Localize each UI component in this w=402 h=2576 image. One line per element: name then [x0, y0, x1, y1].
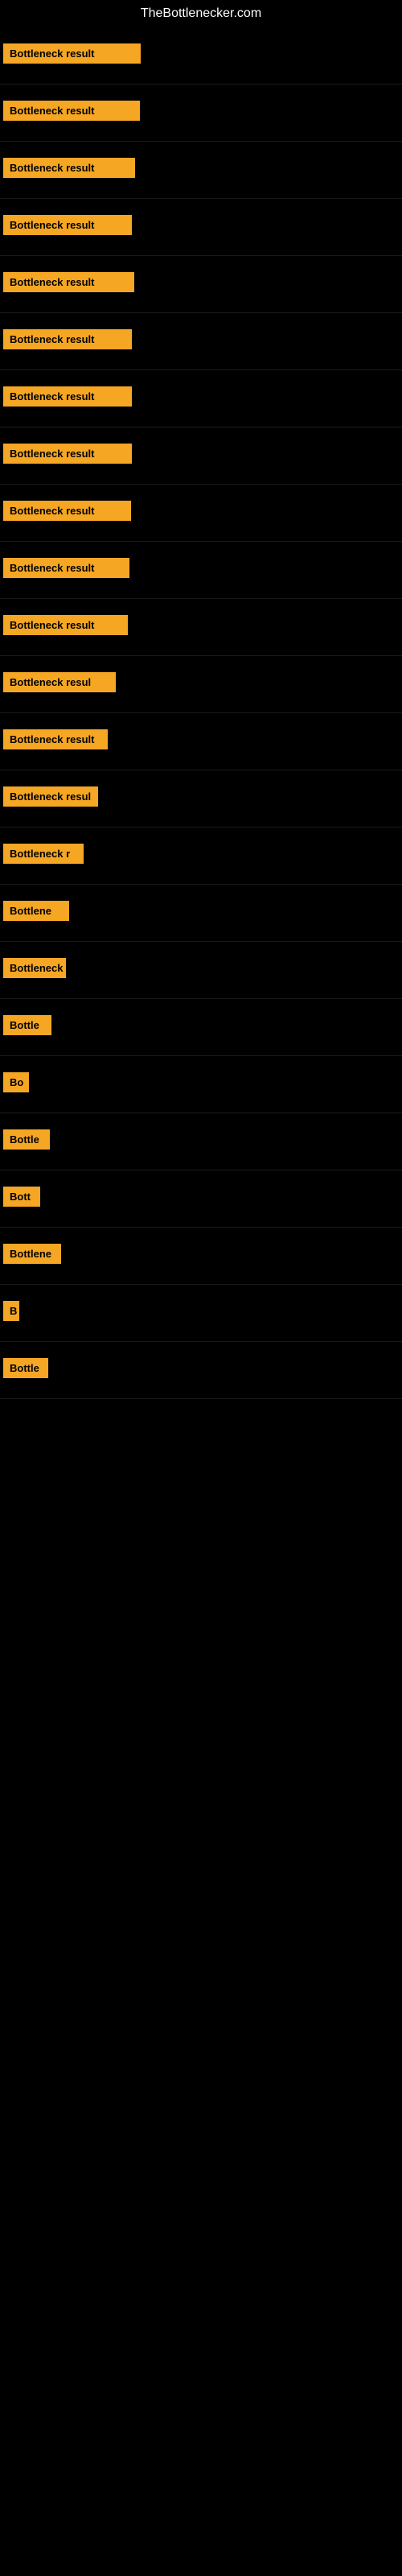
bottleneck-badge[interactable]: Bottle: [3, 1358, 48, 1378]
bottleneck-badge[interactable]: Bottle: [3, 1129, 50, 1150]
bottleneck-badge[interactable]: Bo: [3, 1072, 29, 1092]
list-item: B: [0, 1285, 402, 1342]
bottleneck-badge[interactable]: Bottleneck result: [3, 615, 128, 635]
list-item: Bottleneck result: [0, 27, 402, 85]
list-item: Bottle: [0, 1342, 402, 1399]
list-item: Bottleneck resul: [0, 770, 402, 828]
bottleneck-badge[interactable]: Bottleneck result: [3, 158, 135, 178]
bottleneck-badge[interactable]: Bott: [3, 1187, 40, 1207]
list-item: Bottleneck result: [0, 427, 402, 485]
rows-container: Bottleneck result Bottleneck result Bottle…: [0, 27, 402, 1399]
bottleneck-badge[interactable]: Bottleneck result: [3, 43, 141, 64]
list-item: Bottleneck result: [0, 256, 402, 313]
page-container: TheBottlenecker.com Bottleneck resultBot…: [0, 0, 402, 2576]
list-item: Bottleneck result: [0, 313, 402, 370]
list-item: Bottleneck resul: [0, 656, 402, 713]
list-item: Bottleneck result: [0, 713, 402, 770]
list-item: Bottle: [0, 1113, 402, 1170]
site-title: TheBottlenecker.com: [0, 0, 402, 27]
list-item: Bottleneck result: [0, 542, 402, 599]
list-item: Bottleneck result: [0, 599, 402, 656]
list-item: Bottleneck result: [0, 370, 402, 427]
bottleneck-badge[interactable]: Bottleneck result: [3, 215, 132, 235]
list-item: Bott: [0, 1170, 402, 1228]
list-item: Bottlene: [0, 1228, 402, 1285]
bottleneck-badge[interactable]: Bottlene: [3, 901, 69, 921]
bottleneck-badge[interactable]: Bottleneck resul: [3, 672, 116, 692]
list-item: Bottleneck: [0, 942, 402, 999]
list-item: Bottlene: [0, 885, 402, 942]
bottleneck-badge[interactable]: B: [3, 1301, 19, 1321]
bottleneck-badge[interactable]: Bottleneck result: [3, 329, 132, 349]
bottleneck-badge[interactable]: Bottle: [3, 1015, 51, 1035]
bottleneck-badge[interactable]: Bottleneck result: [3, 501, 131, 521]
bottleneck-badge[interactable]: Bottleneck result: [3, 729, 108, 749]
list-item: Bottleneck result: [0, 485, 402, 542]
bottleneck-badge[interactable]: Bottleneck result: [3, 444, 132, 464]
bottleneck-badge[interactable]: Bottleneck result: [3, 386, 132, 407]
bottleneck-badge[interactable]: Bottleneck resul: [3, 786, 98, 807]
bottleneck-badge[interactable]: Bottleneck r: [3, 844, 84, 864]
bottleneck-badge[interactable]: Bottlene: [3, 1244, 61, 1264]
list-item: Bottleneck result: [0, 85, 402, 142]
bottleneck-badge[interactable]: Bottleneck: [3, 958, 66, 978]
bottleneck-badge[interactable]: Bottleneck result: [3, 558, 129, 578]
list-item: Bottleneck r: [0, 828, 402, 885]
bottleneck-badge[interactable]: Bottleneck result: [3, 101, 140, 121]
list-item: Bottleneck result: [0, 199, 402, 256]
list-item: Bo: [0, 1056, 402, 1113]
bottleneck-badge[interactable]: Bottleneck result: [3, 272, 134, 292]
list-item: Bottleneck result: [0, 142, 402, 199]
list-item: Bottle: [0, 999, 402, 1056]
